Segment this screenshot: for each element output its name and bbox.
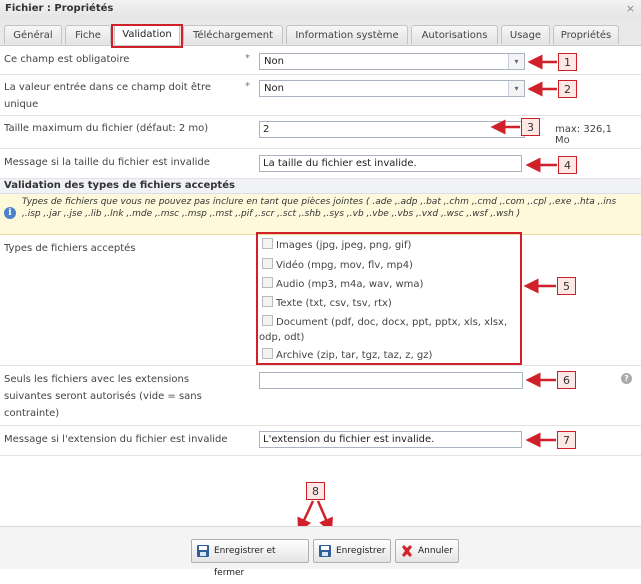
callout-6: 6: [557, 371, 576, 389]
cancel-button[interactable]: Annuler: [395, 539, 459, 563]
callout-4: 4: [558, 156, 577, 174]
cancel-label: Annuler: [418, 546, 454, 556]
callout-5: 5: [557, 277, 576, 295]
callout-3: 3: [521, 118, 540, 136]
callout-8: 8: [306, 482, 325, 500]
callout-7: 7: [557, 431, 576, 449]
save-close-icon: [197, 545, 209, 557]
save-close-button[interactable]: Enregistrer et fermer: [191, 539, 309, 578]
save-close-label: Enregistrer et fermer: [214, 546, 276, 578]
cancel-icon: [402, 545, 412, 557]
callout-2: 2: [558, 80, 577, 98]
save-label: Enregistrer: [336, 546, 386, 556]
save-button[interactable]: Enregistrer: [313, 539, 391, 563]
callout-1: 1: [558, 53, 577, 71]
save-icon: [319, 545, 331, 557]
